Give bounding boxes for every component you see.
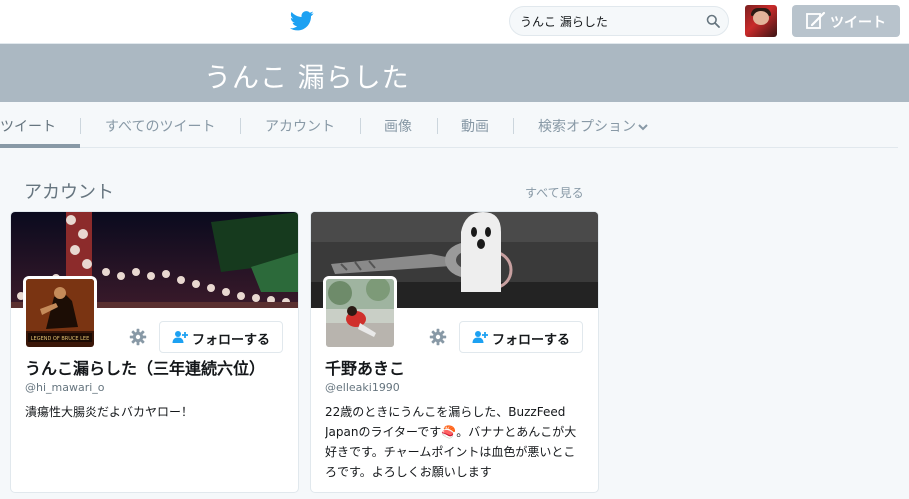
add-user-icon [172,331,188,343]
tab-tweets[interactable]: ツイート [0,116,56,136]
tab-all-tweets[interactable]: すべてのツイート [105,116,215,136]
tab-videos[interactable]: 動画 [461,116,489,136]
search-tabs: ツイート すべてのツイート アカウント 画像 動画 検索オプション [0,102,898,148]
follow-button[interactable]: フォローする [459,321,583,353]
tab-divider [437,118,438,134]
see-all-link[interactable]: すべて見る [525,184,584,201]
bruce-lee-poster-image: LEGEND OF BRUCE LEE [26,279,94,347]
follow-button-label: フォローする [492,333,571,348]
chevron-down-icon [638,124,648,131]
account-handle[interactable]: @elleaki1990 [325,381,400,394]
quill-icon [806,11,826,29]
profile-photo-image [326,279,394,347]
tweet-button-label: ツイート [830,15,886,31]
tab-search-options-label: 検索オプション [538,119,636,135]
active-tab-indicator [0,144,80,148]
gear-icon[interactable] [429,328,447,346]
top-navigation-bar: ツイート [0,0,909,44]
user-avatar[interactable] [745,5,777,37]
account-bio-text: 22歳のときにうんこを漏らした、BuzzFeed Japanのライターです🍣。バ… [325,405,577,479]
add-user-icon [472,331,488,343]
account-name[interactable]: 千野あきこ [325,355,587,379]
tab-divider [240,118,241,134]
section-title: アカウント [24,182,114,203]
tab-accounts[interactable]: アカウント [265,116,335,136]
profile-picture[interactable] [323,276,397,350]
profile-picture[interactable]: LEGEND OF BRUCE LEE [23,276,97,350]
account-bio: 潰瘍性大腸炎だよバカヤロー！ [25,402,287,422]
search-query-title: うんこ 漏らした [204,63,410,94]
avatar-face-shape [753,11,769,25]
tab-search-options[interactable]: 検索オプション [538,116,648,136]
tab-divider [80,118,81,134]
search-icon[interactable] [706,14,720,28]
tab-divider [360,118,361,134]
account-name[interactable]: うんこ漏らした（三年連続六位） [25,355,287,379]
account-bio: 22歳のときにうんこを漏らした、BuzzFeed Japanのライターです🍣。バ… [325,402,587,482]
account-card[interactable]: フォローする 千野あきこ @elleaki1990 22歳のときにうんこを漏らし… [310,211,599,493]
twitter-bird-icon[interactable] [290,10,314,32]
search-box[interactable] [509,6,729,36]
poster-caption: LEGEND OF BRUCE LEE [31,336,89,342]
tweet-button[interactable]: ツイート [792,5,900,37]
account-handle[interactable]: @hi_mawari_o [25,381,105,394]
account-card[interactable]: LEGEND OF BRUCE LEE フォローする うんこ漏らした（三年連続六… [10,211,299,493]
search-input[interactable] [520,10,700,32]
tab-images[interactable]: 画像 [384,116,412,136]
search-query-banner: うんこ 漏らした [0,44,909,102]
follow-button[interactable]: フォローする [159,321,283,353]
gear-icon[interactable] [129,328,147,346]
follow-button-label: フォローする [192,333,271,348]
account-bio-text: 潰瘍性大腸炎だよバカヤロー！ [25,405,194,419]
tab-divider [513,118,514,134]
